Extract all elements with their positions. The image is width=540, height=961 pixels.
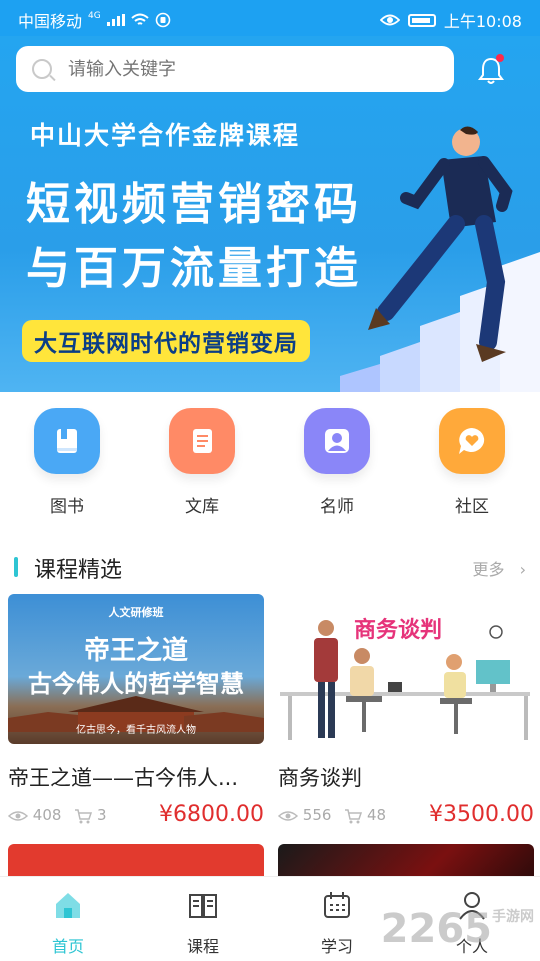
category-library[interactable]: 文库 — [157, 408, 247, 517]
search-bar[interactable] — [16, 46, 454, 92]
eye-icon — [379, 14, 400, 26]
search-icon — [32, 59, 52, 79]
category-label: 社区 — [455, 497, 489, 517]
banner-title-line1: 短视频营销密码 — [26, 179, 362, 230]
document-icon — [169, 408, 235, 474]
view-count: 408 — [32, 806, 62, 824]
course-meta: 408 3 ¥6800.00 — [7, 802, 264, 832]
course-card[interactable]: 人文研修班 帝王之道 古今伟人的哲学智慧 亿古思今，看千古风流人物 帝王之道——… — [7, 594, 264, 832]
more-label: 更多 — [472, 560, 505, 579]
more-link[interactable]: 更多 › — [472, 556, 526, 580]
cart-icon — [345, 808, 363, 823]
category-community[interactable]: 社区 — [427, 408, 517, 517]
watermark-text: 2265 — [380, 906, 492, 952]
carrier-label: 中国移动 — [18, 12, 83, 31]
course-card[interactable]: 商务谈判 商务谈判 556 48 ¥3500.00 — [277, 594, 534, 832]
course-thumbnail: 商务谈判 — [278, 594, 534, 744]
clock-label: 上午10:08 — [443, 12, 522, 31]
category-books[interactable]: 图书 — [22, 408, 112, 517]
community-icon — [439, 408, 505, 474]
watermark-sub: 手游网 — [492, 909, 534, 925]
app-notification-icon — [155, 12, 171, 28]
course-price: ¥3500.00 — [429, 802, 534, 827]
category-label: 名师 — [320, 497, 354, 517]
chevron-right-icon: › — [519, 560, 526, 579]
views-icon — [7, 810, 29, 821]
cart-icon — [75, 808, 93, 823]
course-price: ¥6800.00 — [159, 802, 264, 827]
category-label: 图书 — [50, 497, 84, 517]
section-accent-bar — [14, 557, 18, 577]
watermark: 2265手游网 — [381, 906, 534, 952]
teacher-icon — [304, 408, 370, 474]
tab-courses[interactable]: 课程 — [163, 889, 243, 957]
tab-label: 课程 — [186, 937, 219, 956]
tab-label: 学习 — [320, 937, 353, 956]
view-count: 556 — [302, 806, 332, 824]
calendar-icon — [324, 892, 350, 918]
signal-icon — [106, 14, 125, 26]
running-man-illustration — [368, 126, 513, 362]
network-label: 4G — [88, 11, 101, 21]
tab-label: 首页 — [51, 937, 84, 956]
course-book-icon — [189, 894, 217, 918]
section-header: 课程精选 更多 › — [0, 548, 540, 588]
course-thumbnail: 人文研修班 帝王之道 古今伟人的哲学智慧 亿古思今，看千古风流人物 — [8, 594, 264, 744]
notification-button[interactable] — [476, 54, 506, 86]
unread-dot — [496, 54, 504, 62]
category-teachers[interactable]: 名师 — [292, 408, 382, 517]
thumbnail-caption: 亿古思今，看千古风流人物 — [76, 725, 196, 736]
section-title: 课程精选 — [34, 558, 123, 583]
home-icon — [56, 893, 80, 918]
tab-home[interactable]: 首页 — [28, 889, 108, 957]
course-title: 帝王之道——古今伟人... — [8, 766, 239, 790]
wifi-icon — [131, 13, 149, 25]
banner-title-line2: 与百万流量打造 — [26, 243, 362, 294]
book-icon — [34, 408, 100, 474]
banner-subtitle: 中山大学合作金牌课程 — [30, 121, 301, 150]
course-title: 商务谈判 — [278, 766, 362, 790]
course-meta: 556 48 ¥3500.00 — [277, 802, 534, 832]
thumbnail-badge: 人文研修班 — [108, 606, 164, 619]
search-input[interactable] — [66, 57, 410, 81]
thumbnail-line1: 帝王之道 — [83, 636, 188, 666]
hero-banner[interactable]: 中山大学合作金牌课程 短视频营销密码 与百万流量打造 大互联网时代的营销变局 — [0, 36, 540, 392]
cart-count: 3 — [96, 806, 107, 824]
views-icon — [277, 810, 299, 821]
banner-tag: 大互联网时代的营销变局 — [22, 320, 310, 362]
category-label: 文库 — [185, 497, 219, 517]
status-bar: 中国移动 4G 上午10:08 — [0, 0, 540, 36]
tab-study[interactable]: 学习 — [297, 889, 377, 957]
cart-count: 48 — [366, 806, 387, 824]
category-shortcuts: 图书 文库 名师 社区 — [0, 408, 540, 528]
battery-icon — [407, 13, 436, 27]
office-meeting-illustration — [280, 620, 530, 740]
